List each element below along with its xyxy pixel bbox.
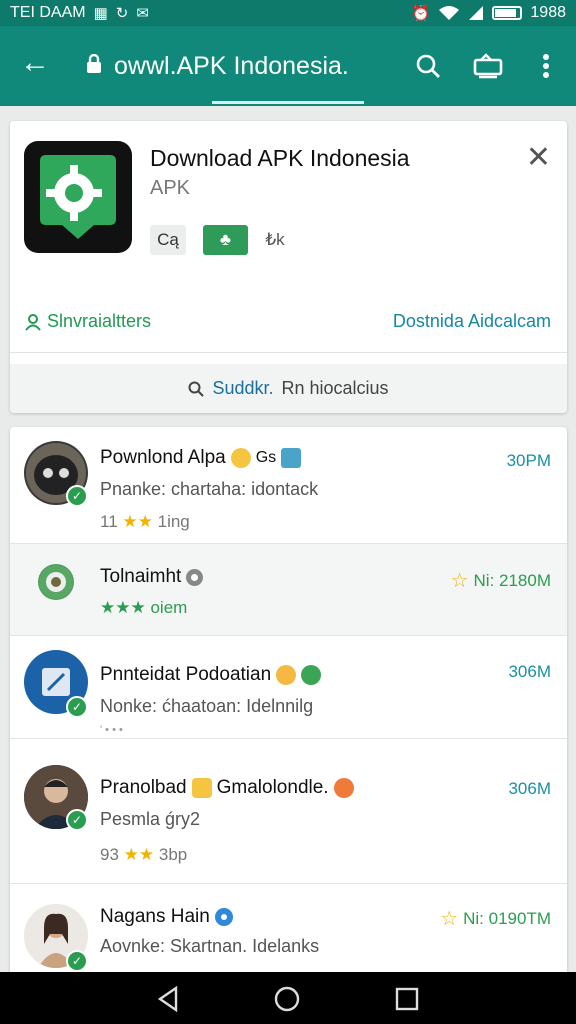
app-subtitle: APK [150, 177, 191, 199]
list-item-size: 30PM [506, 451, 551, 470]
list-item-subtitle: Pesmla ǵry2 [100, 809, 201, 829]
status-bar-right: ⏰ 1988 [412, 4, 566, 22]
verified-badge-icon: ✓ [66, 809, 88, 831]
list-item-title: Nagans Hain [100, 906, 233, 928]
grid-icon: ▦ [93, 4, 108, 22]
link-row: Slnvraialtters Dostnida Aidcalcam [10, 291, 567, 353]
list-item-size: 306M [508, 779, 551, 798]
search-small-icon [188, 381, 205, 397]
rating-stars: ★★ [123, 845, 155, 864]
list-item-subtitle: Pnanke: chartaha: idontack [100, 479, 319, 499]
link-right[interactable]: Dostnida Aidcalcam [393, 311, 551, 332]
gear-icon [186, 568, 204, 586]
list-item-meta: ★★★ oiem [100, 598, 188, 617]
battery-icon [492, 6, 523, 20]
search-icon[interactable] [412, 50, 444, 82]
app-bar: ← owwl.APK Indonesia. [0, 26, 576, 106]
book-icon [281, 448, 302, 468]
chip-category[interactable]: Cą [150, 225, 186, 255]
list-item-meta: 11 ★★ 1ing [100, 512, 190, 531]
alarm-icon: ⏰ [411, 4, 431, 22]
list-item-meta: 93 ★★ 3bp [100, 845, 188, 864]
list-item-title: Tolnaimht [100, 566, 204, 588]
verified-badge-icon: ✓ [66, 950, 88, 972]
back-nav-icon[interactable] [154, 984, 184, 1014]
signal-icon [469, 6, 484, 20]
cast-icon[interactable] [472, 50, 504, 82]
back-arrow-icon[interactable]: ← [20, 48, 50, 78]
star-outline-icon: ☆ [440, 908, 459, 930]
emoji-face-icon [333, 778, 354, 798]
emoji-icon [230, 448, 251, 468]
green-dot-icon [301, 665, 322, 685]
list-item-size: ☆ Ni: 2180M [450, 570, 551, 592]
list-item[interactable]: ✓ Pownlond Alpa Gs Pnanke: chartaha: ido… [10, 427, 567, 544]
tab-indicator [212, 101, 364, 104]
person-icon [25, 313, 41, 331]
verified-badge-icon: ✓ [66, 485, 88, 507]
close-icon[interactable]: ✕ [526, 143, 551, 173]
recents-nav-icon[interactable] [392, 984, 422, 1014]
search-rest: Rn hiocalcius [281, 378, 389, 398]
status-time: 1988 [530, 4, 566, 21]
search-row[interactable]: Suddkr. Rn hiocalcius [10, 364, 567, 413]
status-left-text: TEI DAAM [10, 4, 86, 21]
app-title: Download APK Indonesia [150, 145, 410, 171]
emoji-text-icon: Gs [255, 449, 277, 466]
app-card: Download APK Indonesia APK ✕ Cą ♣ ₺k Sln… [10, 121, 567, 413]
list-item-size: 306M [508, 662, 551, 681]
status-bar: TEI DAAM ▦ ↻ ✉ ⏰ 1988 [0, 0, 576, 26]
list-item-title: Pranolbad Gmalolondle. [100, 777, 354, 799]
sync-icon: ↻ [115, 4, 129, 22]
list-item-size: ☆ Ni: 0190TM [440, 908, 551, 930]
rating-stars: ★★ [122, 512, 153, 531]
avatar [38, 564, 74, 600]
link-left-label: Slnvraialtters [47, 311, 152, 331]
home-nav-icon[interactable] [272, 984, 302, 1014]
emoji-icon [276, 665, 297, 685]
list-item-title: Pownlond Alpa Gs [100, 447, 302, 469]
chip-install[interactable]: ♣ [203, 225, 248, 255]
verified-icon [214, 908, 233, 926]
status-bar-left: TEI DAAM ▦ ↻ ✉ [10, 4, 149, 22]
list-item-subtitle: Aovnke: Skartnan. Idelanks [100, 936, 320, 956]
star-outline-icon: ☆ [450, 570, 469, 592]
chip-extra[interactable]: ₺k [260, 225, 290, 255]
list-item[interactable]: Tolnaimht ★★★ oiem ☆ Ni: 2180M [10, 544, 567, 636]
mail-icon: ✉ [136, 4, 149, 22]
navigation-bar [0, 972, 576, 1024]
app-list: ✓ Pownlond Alpa Gs Pnanke: chartaha: ido… [10, 427, 567, 987]
more-vert-icon[interactable] [530, 50, 562, 82]
wifi-icon [439, 6, 460, 20]
search-query: Suddkr. [212, 378, 274, 398]
link-left[interactable]: Slnvraialtters [24, 311, 151, 332]
emoji-icon [191, 778, 212, 798]
list-item-meta: ' • • • [100, 724, 123, 736]
rating-stars: ★★★ [100, 598, 146, 617]
list-item-title: Pnnteidat Podoatian [100, 664, 322, 686]
verified-badge-icon: ✓ [66, 696, 88, 718]
url-text[interactable]: owwl.APK Indonesia. [114, 52, 349, 81]
app-icon[interactable] [24, 141, 132, 253]
lock-icon [87, 54, 101, 73]
list-item[interactable]: ✓ Pranolbad Gmalolondle. Pesmla ǵry2 93 … [10, 739, 567, 884]
list-item-subtitle: Nonke: ćhaatoan: Idelnnilg [100, 696, 314, 716]
list-item[interactable]: ✓ Pnnteidat Podoatian Nonke: ćhaatoan: I… [10, 636, 567, 739]
